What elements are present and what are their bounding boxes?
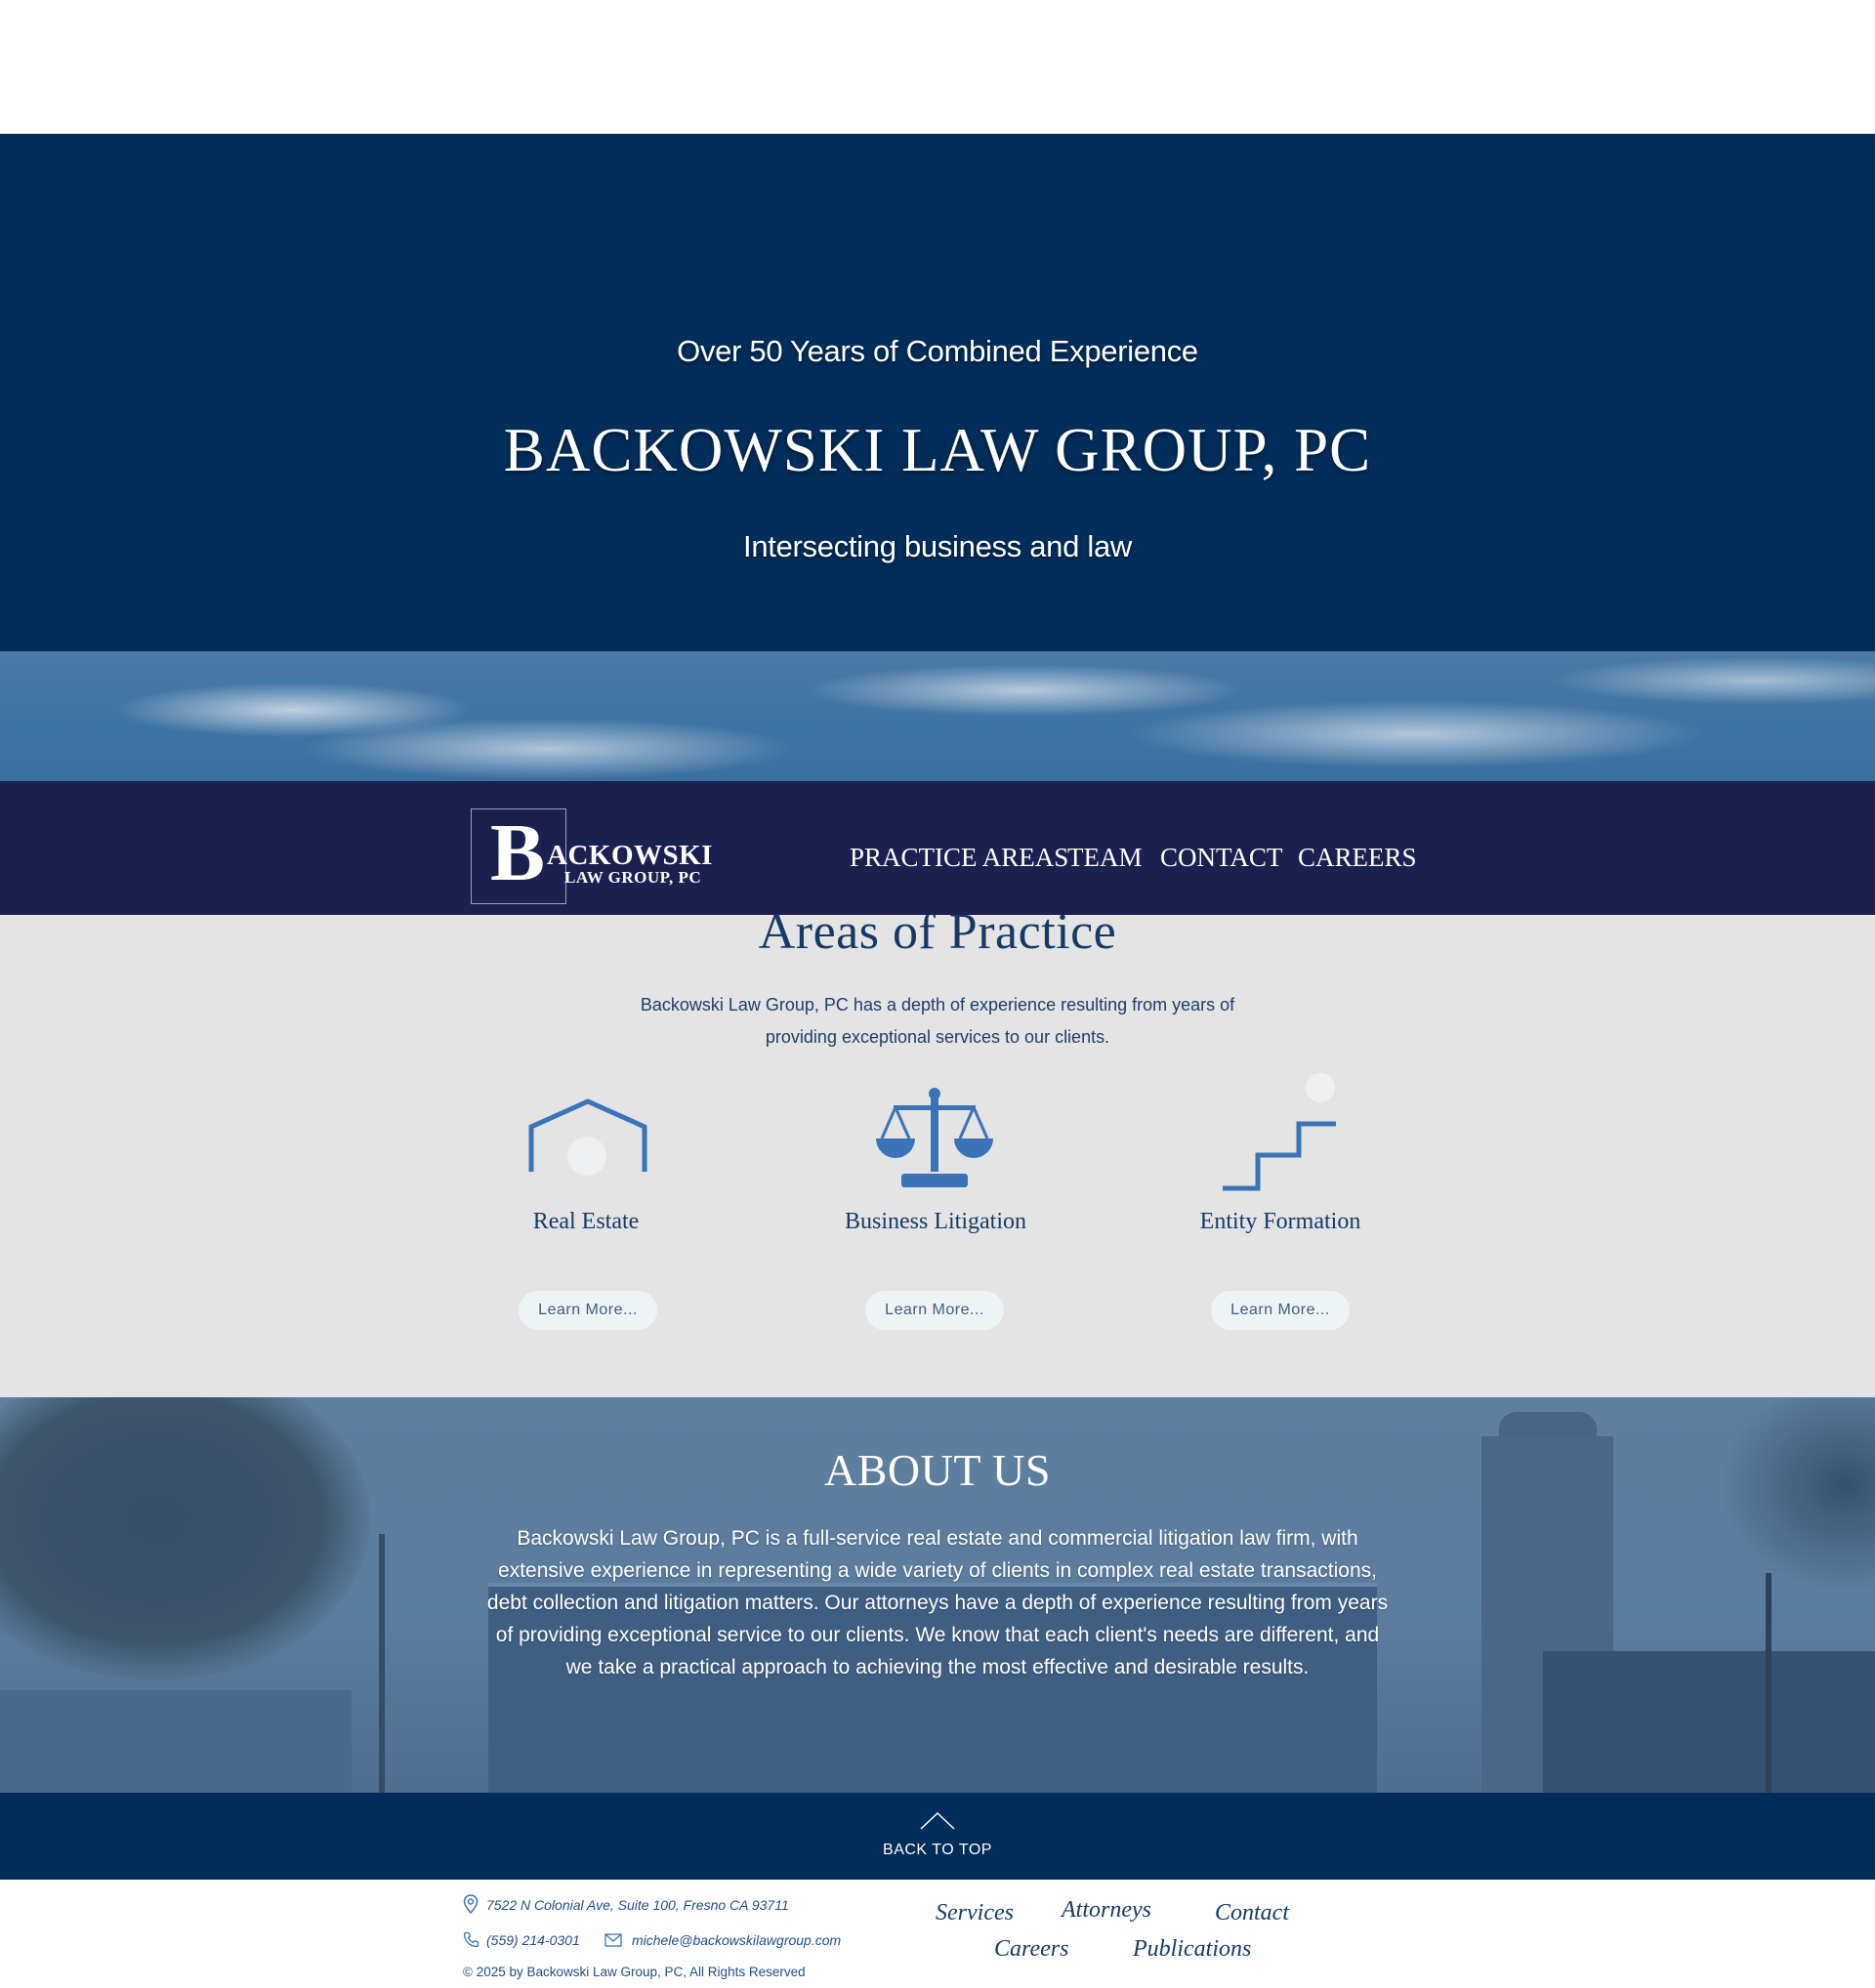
logo-subtitle[interactable]: LAW GROUP, PC — [564, 869, 701, 886]
hero-subtitle: Intersecting business and law — [743, 529, 1132, 563]
back-to-top-label: BACK TO TOP — [883, 1842, 992, 1858]
footer-copyright: © 2025 by Backowski Law Group, PC, All R… — [463, 1965, 806, 1979]
sky-banner-image — [0, 651, 1875, 782]
footer-link-services[interactable]: Services — [936, 1901, 1014, 1925]
footer-email[interactable]: michele@backowskilawgroup.com — [632, 1933, 841, 1947]
site-footer: 7522 N Colonial Ave, Suite 100, Fresno C… — [0, 1880, 1875, 1988]
service-title-entity-formation: Entity Formation — [1199, 1209, 1361, 1234]
nav-practice-areas[interactable]: PRACTICE AREAS — [850, 845, 1068, 871]
hero-section: Over 50 Years of Combined Experience BAC… — [0, 134, 1875, 652]
map-pin-icon — [463, 1894, 479, 1914]
about-section: ABOUT US Backowski Law Group, PC is a fu… — [0, 1397, 1875, 1793]
learn-more-real-estate-button[interactable]: Learn More... — [519, 1291, 657, 1330]
footer-address: 7522 N Colonial Ave, Suite 100, Fresno C… — [486, 1897, 789, 1913]
mail-icon — [604, 1933, 622, 1947]
logo-initial[interactable]: B — [490, 812, 545, 894]
stairs-icon — [1223, 1073, 1336, 1191]
about-title: ABOUT US — [824, 1445, 1051, 1495]
top-whitespace — [0, 0, 1875, 134]
site-header: B ACKOWSKI LAW GROUP, PC PRACTICE AREAS … — [0, 781, 1875, 915]
learn-more-business-litigation-button[interactable]: Learn More... — [865, 1291, 1004, 1330]
chevron-up-icon — [920, 1812, 955, 1830]
learn-more-entity-formation-button[interactable]: Learn More... — [1211, 1291, 1350, 1330]
footer-link-contact[interactable]: Contact — [1215, 1901, 1289, 1925]
phone-icon — [463, 1931, 479, 1948]
house-icon — [528, 1098, 647, 1176]
footer-link-careers[interactable]: Careers — [994, 1937, 1068, 1961]
logo-name[interactable]: ACKOWSKI — [547, 842, 713, 870]
footer-phone[interactable]: (559) 214-0301 — [486, 1933, 580, 1947]
footer-link-attorneys[interactable]: Attorneys — [1062, 1898, 1151, 1922]
nav-contact[interactable]: CONTACT — [1160, 845, 1282, 871]
scales-icon — [876, 1088, 993, 1187]
practice-areas-section: Areas of Practice Backowski Law Group, P… — [0, 915, 1875, 1397]
service-title-real-estate: Real Estate — [532, 1209, 640, 1234]
practice-title: Areas of Practice — [758, 915, 1117, 960]
practice-intro: Backowski Law Group, PC has a depth of e… — [640, 995, 1235, 1047]
nav-careers[interactable]: CAREERS — [1298, 845, 1417, 871]
footer-link-publications[interactable]: Publications — [1133, 1937, 1251, 1961]
about-text: Backowski Law Group, PC is a full-servic… — [486, 1527, 1389, 1678]
hero-tagline: Over 50 Years of Combined Experience — [677, 334, 1198, 368]
back-to-top-button[interactable]: BACK TO TOP — [0, 1793, 1875, 1880]
nav-team[interactable]: TEAM — [1067, 845, 1143, 871]
hero-firm-name: BACKOWSKI LAW GROUP, PC — [503, 416, 1372, 484]
service-title-business-litigation: Business Litigation — [845, 1209, 1026, 1234]
